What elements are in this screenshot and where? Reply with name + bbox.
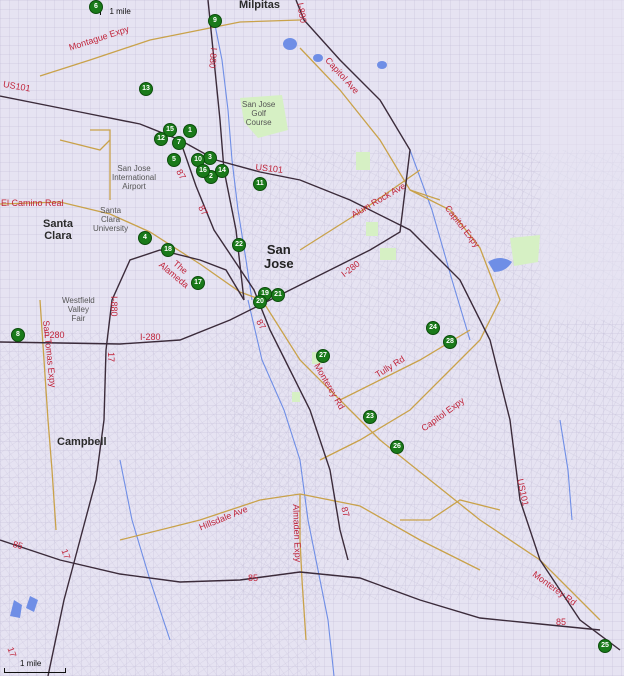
scale-line-bottom — [4, 668, 66, 673]
route-label-85-b: 85 — [248, 573, 259, 583]
map-marker-20[interactable]: 20 — [253, 295, 267, 309]
map-marker-26[interactable]: 26 — [390, 440, 404, 454]
map-marker-18[interactable]: 18 — [161, 243, 175, 257]
place-valley-fair-line3: Fair — [71, 314, 86, 323]
city-label-milpitas: Milpitas — [239, 0, 280, 11]
road-label-i880-north: I-880 — [207, 47, 219, 69]
map-marker-16[interactable]: 16 — [196, 164, 210, 178]
map-marker-4[interactable]: 4 — [138, 231, 152, 245]
place-golf-line1: San Jose — [242, 100, 276, 109]
city-label-campbell: Campbell — [57, 436, 107, 448]
road-label-el-camino-real: El Camino Real — [1, 198, 64, 208]
map-marker-22[interactable]: 22 — [232, 238, 246, 252]
place-label-golf-course: San Jose Golf Course — [242, 100, 275, 127]
place-scu-line1: Santa — [100, 206, 122, 215]
scale-label-top: 1 mile — [109, 7, 131, 16]
road-label-i280-east: I-280 — [140, 332, 161, 342]
place-valley-fair-line2: Valley — [67, 305, 89, 314]
map-marker-5[interactable]: 5 — [167, 153, 181, 167]
scale-bar-bottom: 1 mile — [4, 660, 66, 673]
place-scu-line2: Clara — [101, 215, 121, 224]
map-marker-8[interactable]: 8 — [11, 328, 25, 342]
place-airport-line1: San Jose — [117, 164, 151, 173]
map-marker-24[interactable]: 24 — [426, 321, 440, 335]
map-marker-13[interactable]: 13 — [139, 82, 153, 96]
place-scu-line3: University — [93, 224, 129, 233]
city-label-san-jose: San Jose — [264, 243, 294, 271]
scale-bar-top: 1 mile — [100, 2, 131, 18]
scale-label-bottom: 1 mile — [20, 659, 42, 668]
place-label-airport: San Jose International Airport — [112, 164, 156, 191]
map-marker-23[interactable]: 23 — [363, 410, 377, 424]
map-marker-6[interactable]: 6 — [89, 0, 103, 14]
map-marker-27[interactable]: 27 — [316, 349, 330, 363]
map-marker-3[interactable]: 3 — [203, 151, 217, 165]
city-label-santa-clara: Santa Clara — [43, 218, 73, 242]
place-label-valley-fair: Westfield Valley Fair — [62, 296, 95, 323]
place-label-santa-clara-university: Santa Clara University — [93, 206, 128, 233]
road-label-i880-west: I-880 — [109, 296, 119, 317]
place-valley-fair-line1: Westfield — [62, 296, 95, 305]
map-marker-25[interactable]: 25 — [598, 639, 612, 653]
hills-area — [540, 0, 624, 320]
map-marker-1[interactable]: 1 — [183, 124, 197, 138]
city-label-santa-clara-line2: Clara — [44, 230, 72, 242]
road-label-almaden-expy: Almaden Expy — [291, 503, 304, 563]
map-marker-21[interactable]: 21 — [271, 288, 285, 302]
map-marker-17[interactable]: 17 — [191, 276, 205, 290]
map-graphics — [0, 0, 624, 676]
route-label-17-a: 17 — [106, 352, 116, 363]
map-marker-7[interactable]: 7 — [172, 136, 186, 150]
city-label-san-jose-line2: Jose — [264, 256, 294, 271]
map-marker-11[interactable]: 11 — [253, 177, 267, 191]
map-marker-28[interactable]: 28 — [443, 335, 457, 349]
place-airport-line3: Airport — [122, 182, 146, 191]
place-golf-line2: Golf — [251, 109, 267, 118]
map-marker-15[interactable]: 15 — [163, 123, 177, 137]
place-golf-line3: Course — [245, 118, 272, 127]
place-airport-line2: International — [112, 173, 157, 182]
map-marker-9[interactable]: 9 — [208, 14, 222, 28]
city-label-san-jose-line1: San — [266, 242, 291, 257]
route-label-85-c: 85 — [556, 617, 567, 627]
map-marker-14[interactable]: 14 — [215, 164, 229, 178]
map-canvas[interactable]: Milpitas San Jose Santa Clara Campbell S… — [0, 0, 624, 676]
city-label-santa-clara-line1: Santa — [43, 218, 73, 230]
